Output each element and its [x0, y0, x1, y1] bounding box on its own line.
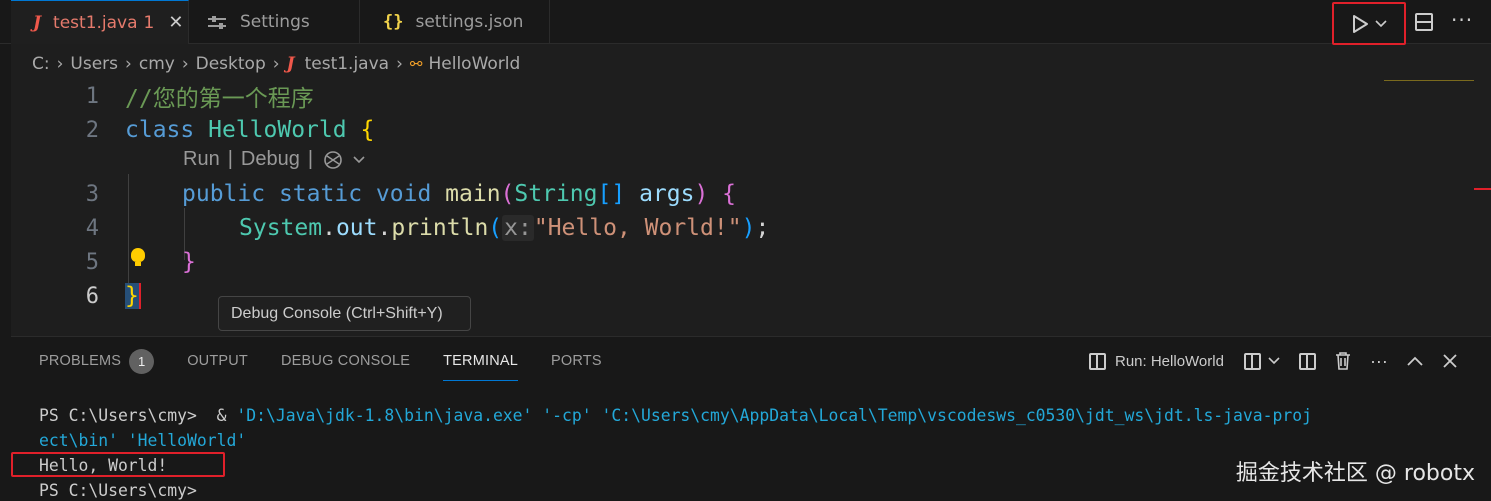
- chevron-right-icon: ›: [396, 54, 403, 74]
- line-number: 5: [85, 249, 99, 275]
- line-number: 3: [85, 181, 99, 207]
- trash-icon[interactable]: [1334, 351, 1352, 371]
- terminal-output[interactable]: PS C:\Users\cmy> & 'D:\Java\jdk-1.8\bin\…: [39, 403, 1312, 501]
- keyword-static: static: [278, 181, 363, 207]
- chevron-right-icon: ›: [125, 54, 132, 74]
- tooltip: Debug Console (Ctrl+Shift+Y): [218, 296, 471, 331]
- breadcrumb-drive[interactable]: C:: [32, 54, 50, 74]
- new-terminal-button[interactable]: [1243, 352, 1281, 370]
- lightbulb-icon[interactable]: [131, 248, 145, 266]
- terminal-name: Run: HelloWorld: [1115, 352, 1224, 370]
- run-java-button[interactable]: [1332, 2, 1406, 45]
- class-name: HelloWorld: [208, 117, 347, 143]
- codelens-run[interactable]: Run: [183, 148, 220, 171]
- line-number: 2: [85, 117, 99, 143]
- println-method: println: [391, 215, 489, 241]
- line-number: 4: [85, 215, 99, 241]
- problems-badge: 1: [143, 12, 155, 33]
- breadcrumb: C: › Users › cmy › Desktop › J test1.jav…: [32, 52, 520, 76]
- play-icon[interactable]: [1351, 14, 1369, 34]
- tab-terminal[interactable]: TERMINAL: [443, 345, 518, 381]
- inlay-hint: x:: [502, 215, 534, 241]
- tab-settings[interactable]: Settings: [190, 0, 360, 44]
- maximize-panel-icon[interactable]: [1406, 355, 1424, 367]
- minimap[interactable]: [1384, 80, 1474, 81]
- settings-sliders-icon: [208, 15, 226, 29]
- chevron-down-icon[interactable]: [1267, 356, 1281, 366]
- close-tab-icon[interactable]: ✕: [168, 12, 183, 33]
- keyword-class: class: [125, 117, 195, 143]
- editor-tab-bar: J test1.java 1 ✕ Settings {} settings.js…: [0, 0, 1491, 45]
- terminal-icon: [1089, 352, 1106, 370]
- more-actions-icon[interactable]: ···: [1451, 8, 1473, 32]
- code-comment: //您的第一个程序: [125, 86, 314, 112]
- indent-guide: [128, 174, 129, 294]
- split-icon: [1298, 352, 1316, 370]
- json-braces-icon: {}: [383, 12, 404, 32]
- breadcrumb-symbol[interactable]: HelloWorld: [428, 54, 520, 74]
- output-highlight-box: [11, 452, 225, 477]
- line-number: 1: [85, 83, 99, 109]
- tab-label: settings.json: [415, 12, 524, 32]
- more-actions-icon[interactable]: ···: [1370, 351, 1388, 372]
- scrollbar-error-marker: [1474, 188, 1491, 190]
- terminal-prompt: PS C:\Users\cmy>: [39, 481, 197, 500]
- tab-test1-java[interactable]: J test1.java 1 ✕: [11, 0, 189, 44]
- tab-label: Settings: [240, 12, 310, 32]
- tab-debug-console[interactable]: DEBUG CONSOLE: [281, 345, 410, 377]
- tab-label: PROBLEMS: [39, 353, 122, 369]
- keyword-public: public: [182, 181, 266, 207]
- breadcrumb-users[interactable]: Users: [70, 54, 118, 74]
- type-string: String: [514, 181, 598, 207]
- method-name: main: [445, 181, 501, 207]
- class-symbol-icon: ⚯: [409, 55, 423, 73]
- tab-output[interactable]: OUTPUT: [187, 345, 248, 377]
- tab-label: test1.java: [53, 12, 138, 33]
- chevron-right-icon: ›: [181, 54, 189, 74]
- line-number: 6: [85, 283, 99, 309]
- chevron-down-icon[interactable]: [353, 155, 365, 165]
- param-args: args: [639, 181, 695, 207]
- split-terminal-icon: [1243, 352, 1261, 370]
- breadcrumb-file[interactable]: test1.java: [305, 54, 390, 74]
- terminal-command-cont: ect\bin' 'HelloWorld': [39, 431, 247, 450]
- terminal-command: 'D:\Java\jdk-1.8\bin\java.exe' '-cp' 'C:…: [236, 406, 1312, 425]
- close-panel-icon[interactable]: [1442, 353, 1458, 369]
- string-literal: "Hello, World!": [533, 215, 742, 241]
- tab-ports[interactable]: PORTS: [551, 345, 602, 377]
- java-file-icon: J: [33, 12, 42, 33]
- chevron-right-icon: ›: [272, 54, 280, 74]
- tab-problems[interactable]: PROBLEMS 1: [39, 345, 155, 377]
- codelens-debug[interactable]: Debug: [241, 148, 300, 171]
- watermark: 掘金技术社区 @ robotx: [1235, 461, 1475, 486]
- terminal-operator: &: [206, 406, 237, 425]
- java-file-icon: J: [286, 54, 295, 74]
- split-editor-icon[interactable]: [1415, 13, 1433, 31]
- tab-settings-json[interactable]: {} settings.json: [361, 0, 550, 44]
- chevron-down-icon[interactable]: [1375, 19, 1387, 29]
- codelens-separator: |: [307, 148, 314, 170]
- split-panel-button[interactable]: [1298, 352, 1316, 370]
- terminal-instance[interactable]: Run: HelloWorld: [1089, 352, 1224, 370]
- terminal-prompt: PS C:\Users\cmy>: [39, 406, 207, 425]
- breadcrumb-user[interactable]: cmy: [139, 54, 175, 74]
- chevron-right-icon: ›: [56, 54, 64, 74]
- problems-count-badge: 1: [129, 348, 155, 374]
- out-field: out: [335, 215, 378, 241]
- panel-actions: Run: HelloWorld ···: [1089, 345, 1476, 377]
- keyword-void: void: [375, 181, 432, 207]
- codelens: Run | Debug |: [183, 148, 365, 171]
- system-class: System: [239, 215, 323, 241]
- codelens-separator: |: [227, 148, 233, 170]
- activity-edge: [0, 44, 11, 501]
- breadcrumb-desktop[interactable]: Desktop: [196, 54, 266, 74]
- copilot-icon[interactable]: [321, 150, 345, 170]
- panel-tabs: PROBLEMS 1 OUTPUT DEBUG CONSOLE TERMINAL …: [39, 345, 635, 381]
